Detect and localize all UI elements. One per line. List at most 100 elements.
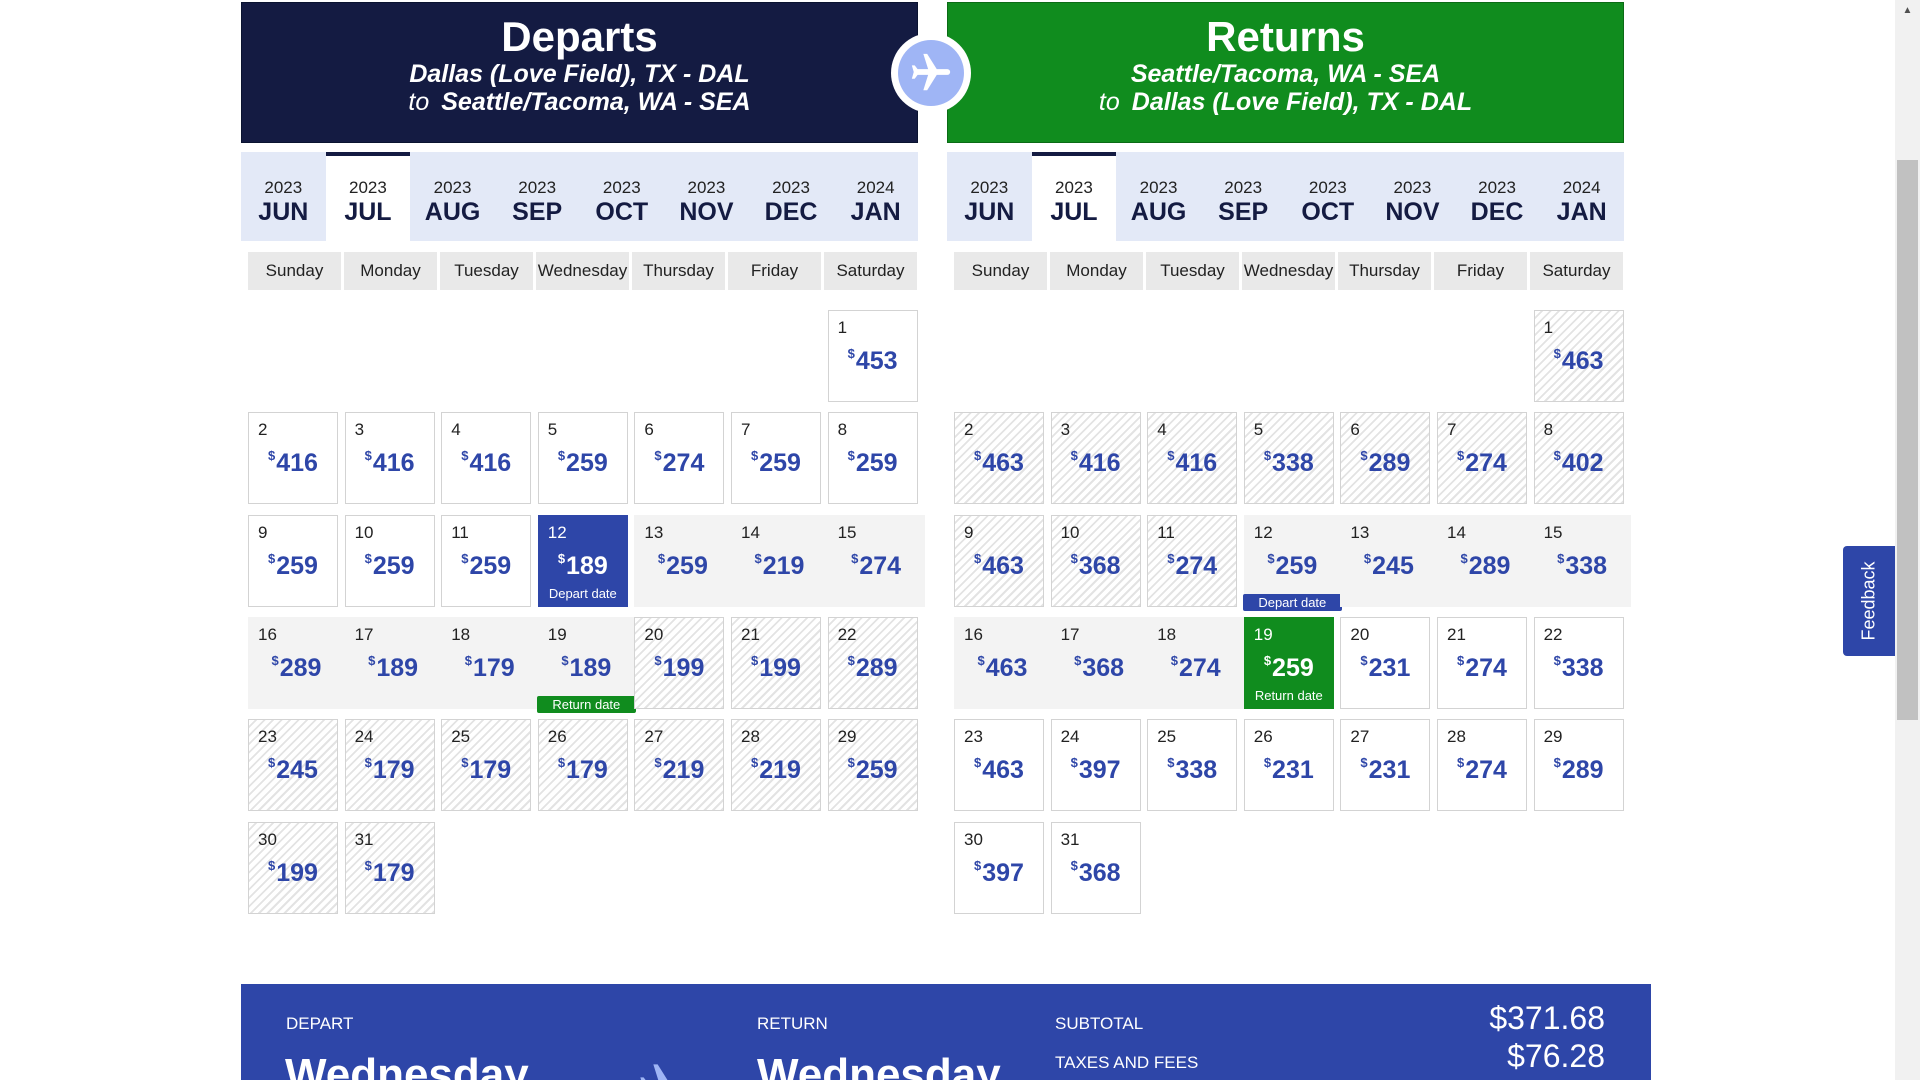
calendar-day-16[interactable]: 16 $289 [248, 616, 345, 709]
calendar-day-17[interactable]: 17 $189 [344, 616, 442, 709]
calendar-day-3[interactable]: 3 $416 [344, 412, 435, 505]
depart-route-origin: Dallas (Love Field), TX - DAL [409, 60, 750, 88]
calendar-day-29[interactable]: 29 $259 [827, 719, 918, 812]
month-tab-jun-2023[interactable]: 2023 JUN [947, 152, 1032, 241]
calendar-day-25[interactable]: 25 $179 [441, 719, 532, 812]
calendar-day-12[interactable]: 12 $189 Depart date [537, 514, 628, 607]
calendar-day-13[interactable]: 13 $259 [634, 514, 732, 607]
calendar-day-4[interactable]: 4 $416 [441, 412, 532, 505]
calendar-day-8[interactable]: 8 $259 [827, 412, 918, 505]
calendar-day-31[interactable]: 31 $179 [344, 821, 435, 914]
calendar-day-2[interactable]: 2 $416 [248, 412, 338, 505]
calendar-day-27[interactable]: 27 $231 [1340, 719, 1431, 812]
calendar-day-29[interactable]: 29 $289 [1533, 719, 1624, 812]
calendar-day-7[interactable]: 7 $259 [731, 412, 821, 505]
month-tab-jan-2024[interactable]: 2024 JAN [833, 152, 918, 241]
calendar-day-10[interactable]: 10 $259 [344, 514, 435, 607]
calendar-day-5[interactable]: 5 $259 [537, 412, 628, 505]
calendar-day-5[interactable]: 5 $338 [1243, 412, 1334, 505]
currency-symbol: $ [1070, 857, 1078, 873]
calendar-day-14[interactable]: 14 $219 [731, 514, 828, 607]
calendar-day-1[interactable]: 1 $453 [827, 310, 918, 402]
currency-symbol: $ [1457, 652, 1465, 668]
calendar-day-4[interactable]: 4 $416 [1147, 412, 1238, 505]
month-tab-year: 2023 [687, 178, 726, 197]
calendar-day-9[interactable]: 9 $259 [248, 514, 338, 607]
calendar-day-26[interactable]: 26 $179 [537, 719, 628, 812]
calendar-day-27[interactable]: 27 $219 [634, 719, 725, 812]
day-number: 14 [1447, 522, 1466, 542]
calendar-day-1[interactable]: 1 $463 [1533, 310, 1624, 402]
day-price: $463 [955, 551, 1043, 581]
month-tab-jun-2023[interactable]: 2023 JUN [241, 152, 326, 241]
calendar-day-15[interactable]: 15 $274 [827, 514, 925, 607]
day-price: $397 [955, 858, 1043, 888]
calendar-day-31[interactable]: 31 $368 [1050, 821, 1141, 914]
day-number: 1 [1543, 318, 1554, 337]
month-tab-dec-2023[interactable]: 2023 DEC [749, 152, 834, 241]
currency-symbol: $ [1360, 652, 1368, 668]
calendar-day-18[interactable]: 18 $274 [1147, 616, 1245, 709]
calendar-day-20[interactable]: 20 $199 [634, 616, 725, 709]
calendar-day-15[interactable]: 15 $338 [1533, 514, 1631, 607]
calendar-day-22[interactable]: 22 $338 [1533, 616, 1624, 709]
calendar-day-11[interactable]: 11 $259 [441, 514, 532, 607]
currency-symbol: $ [654, 448, 662, 464]
month-tab-dec-2023[interactable]: 2023 DEC [1455, 152, 1540, 241]
calendar-day-18[interactable]: 18 $179 [441, 616, 539, 709]
calendar-day-24[interactable]: 24 $179 [344, 719, 435, 812]
calendar-day-9[interactable]: 9 $463 [954, 514, 1044, 607]
calendar-day-13[interactable]: 13 $245 [1340, 514, 1438, 607]
month-tab-sep-2023[interactable]: 2023 SEP [1201, 152, 1286, 241]
calendar-day-19[interactable]: 19 $189 Return date [536, 616, 636, 713]
calendar-day-7[interactable]: 7 $274 [1437, 412, 1527, 505]
month-tab-name: SEP [512, 198, 563, 226]
day-number: 30 [258, 829, 277, 849]
calendar-day-6[interactable]: 6 $274 [634, 412, 725, 505]
calendar-day-24[interactable]: 24 $397 [1050, 719, 1141, 812]
scroll-up-arrow-icon[interactable]: ▲ [1895, 0, 1920, 22]
calendar-day-23[interactable]: 23 $245 [248, 719, 338, 812]
month-tab-sep-2023[interactable]: 2023 SEP [495, 152, 580, 241]
calendar-day-8[interactable]: 8 $402 [1533, 412, 1624, 505]
month-tab-nov-2023[interactable]: 2023 NOV [1370, 152, 1455, 241]
calendar-day-23[interactable]: 23 $463 [954, 719, 1044, 812]
calendar-day-22[interactable]: 22 $289 [827, 616, 918, 709]
calendar-day-25[interactable]: 25 $338 [1147, 719, 1238, 812]
calendar-day-20[interactable]: 20 $231 [1340, 616, 1431, 709]
currency-symbol: $ [364, 755, 372, 771]
calendar-day-11[interactable]: 11 $274 [1147, 514, 1238, 607]
price-amount: 463 [982, 449, 1024, 478]
month-tab-oct-2023[interactable]: 2023 OCT [1286, 152, 1371, 241]
month-tab-jan-2024[interactable]: 2024 JAN [1539, 152, 1624, 241]
day-number: 2 [258, 420, 268, 440]
calendar-day-30[interactable]: 30 $199 [248, 821, 338, 914]
price-amount: 259 [372, 551, 415, 580]
price-amount: 274 [1465, 449, 1507, 478]
calendar-day-2[interactable]: 2 $463 [954, 412, 1044, 505]
calendar-day-12[interactable]: 12 $259 Depart date [1242, 514, 1342, 611]
month-tab-jul-2023[interactable]: 2023 JUL [325, 152, 411, 241]
calendar-day-28[interactable]: 28 $219 [731, 719, 821, 812]
month-tab-nov-2023[interactable]: 2023 NOV [664, 152, 749, 241]
calendar-day-3[interactable]: 3 $416 [1050, 412, 1141, 505]
scrollbar-thumb[interactable] [1897, 160, 1918, 720]
calendar-day-10[interactable]: 10 $368 [1050, 514, 1141, 607]
date-tag: Return date [1254, 687, 1323, 703]
calendar-day-21[interactable]: 21 $199 [731, 616, 821, 709]
calendar-day-16[interactable]: 16 $463 [954, 616, 1051, 709]
calendar-day-19[interactable]: 19 $259 Return date [1243, 616, 1334, 709]
page-scrollbar[interactable]: ▲ [1895, 0, 1920, 1080]
calendar-day-6[interactable]: 6 $289 [1340, 412, 1431, 505]
calendar-day-14[interactable]: 14 $289 [1437, 514, 1534, 607]
month-tab-oct-2023[interactable]: 2023 OCT [580, 152, 665, 241]
calendar-day-26[interactable]: 26 $231 [1243, 719, 1334, 812]
month-tab-aug-2023[interactable]: 2023 AUG [410, 152, 495, 241]
calendar-day-17[interactable]: 17 $368 [1050, 616, 1148, 709]
month-tab-aug-2023[interactable]: 2023 AUG [1116, 152, 1201, 241]
calendar-day-28[interactable]: 28 $274 [1437, 719, 1527, 812]
calendar-day-30[interactable]: 30 $397 [954, 821, 1044, 914]
calendar-day-21[interactable]: 21 $274 [1437, 616, 1527, 709]
month-tab-jul-2023[interactable]: 2023 JUL [1031, 152, 1117, 241]
feedback-button[interactable]: Feedback [1843, 546, 1895, 656]
